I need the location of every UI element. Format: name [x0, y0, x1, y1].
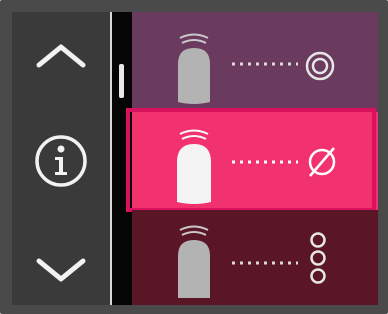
double-circle-icon — [305, 51, 335, 81]
scrollbar-thumb[interactable] — [119, 64, 124, 98]
empty-set-icon — [308, 147, 336, 177]
chevron-up-icon — [36, 44, 86, 68]
option-item-2-selected[interactable] — [126, 108, 378, 212]
dotted-leader — [232, 160, 298, 164]
scroll-up-button[interactable] — [12, 24, 110, 88]
three-circles-icon — [310, 232, 326, 284]
selector-screen — [12, 12, 378, 305]
tooth-icon — [178, 225, 210, 298]
option-item-1[interactable] — [132, 12, 378, 112]
scroll-down-button[interactable] — [12, 238, 110, 302]
option-list — [126, 12, 378, 305]
tooth-icon — [178, 33, 210, 104]
dotted-leader — [232, 62, 298, 66]
info-button[interactable] — [12, 126, 110, 196]
chevron-down-icon — [36, 258, 86, 282]
device-frame — [0, 0, 388, 314]
info-icon — [35, 135, 87, 187]
tooth-icon — [177, 129, 211, 204]
dotted-leader — [232, 261, 298, 265]
scrollbar-track[interactable] — [112, 12, 132, 305]
option-item-3[interactable] — [132, 210, 378, 305]
navigation-panel — [12, 12, 110, 305]
